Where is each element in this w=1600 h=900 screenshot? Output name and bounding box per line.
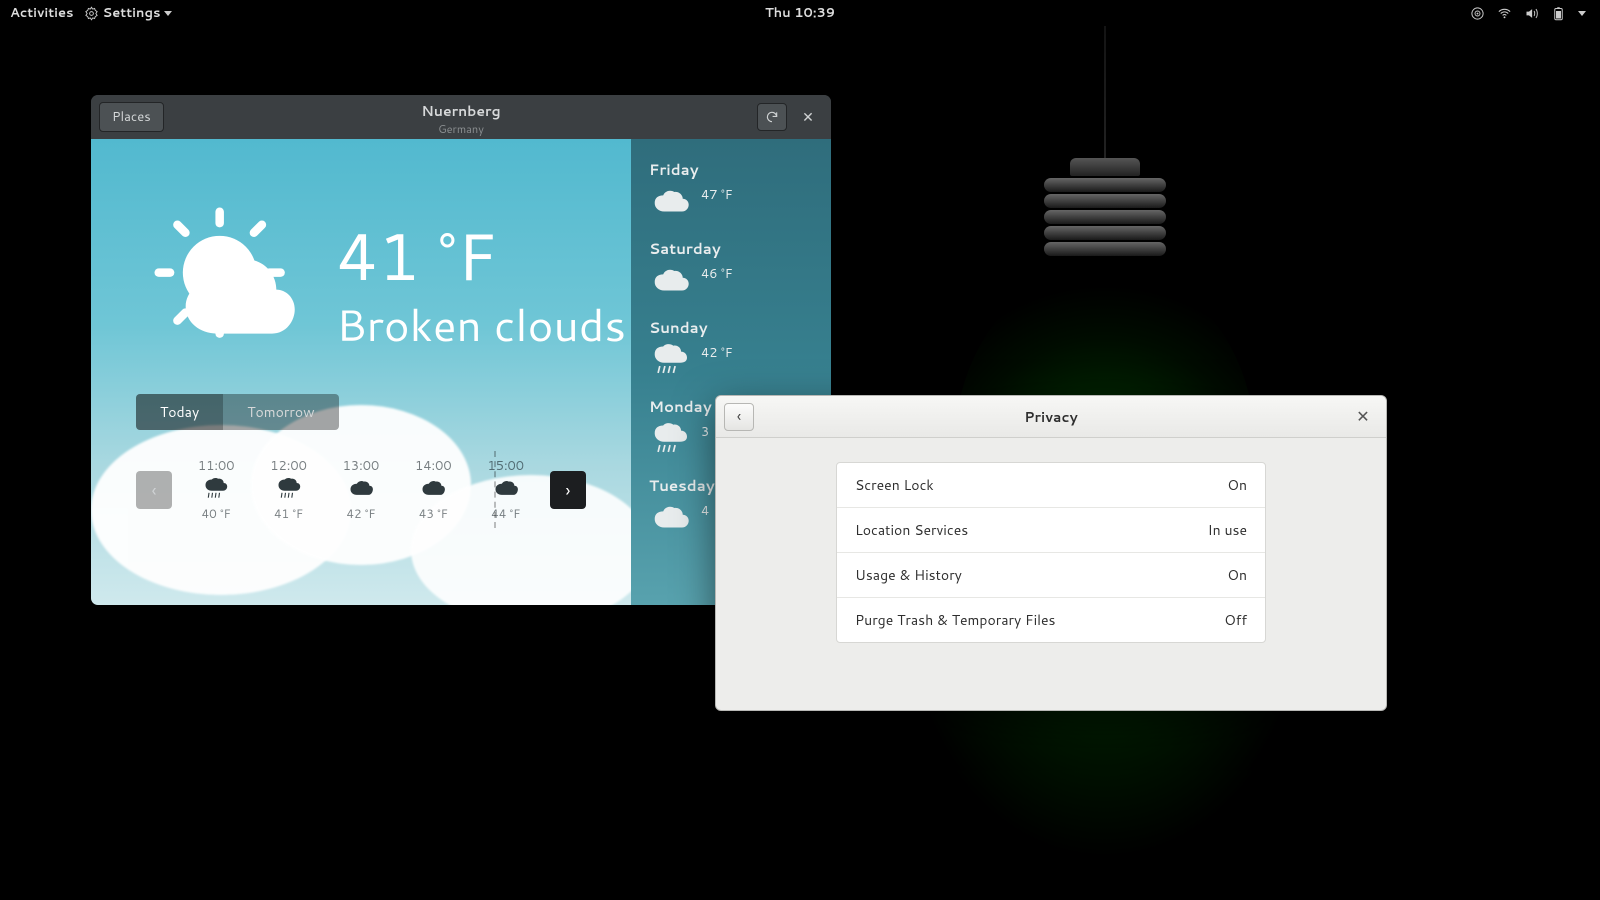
wifi-icon [1497,6,1512,21]
hour-temp: 42 °F [346,505,375,522]
hour-time: 14:00 [415,457,452,475]
current-temperature: 41 °F [336,209,497,302]
partly-cloudy-icon [146,199,316,369]
tab-today[interactable]: Today [136,394,223,430]
close-icon: ✕ [802,107,814,127]
weather-main-panel: 41 °F Broken clouds Today Tomorrow ‹ 11:… [91,139,631,605]
forecast-day: Friday 47 °F [649,159,813,220]
privacy-title: Privacy [1024,407,1078,427]
weather-country: Germany [421,121,500,137]
hourly-item: 12:00 41 °F [270,457,307,522]
hour-temp: 44 °F [491,505,520,522]
hour-time: 11:00 [198,457,235,475]
privacy-row-label: Usage & History [855,565,962,585]
battery-icon [1551,6,1566,21]
chevron-down-icon [164,11,172,16]
privacy-window: ‹ Privacy ✕ Screen Lock On Location Servic… [715,395,1387,711]
chevron-down-icon [1578,11,1586,16]
privacy-row[interactable]: Screen Lock On [837,463,1265,508]
hour-time: 15:00 [487,457,524,475]
privacy-titlebar[interactable]: ‹ Privacy ✕ [716,396,1386,438]
chevron-left-icon: ‹ [737,405,741,428]
refresh-button[interactable] [757,103,787,131]
privacy-row-value: Off [1224,610,1247,630]
forecast-temp: 42 °F [701,344,733,362]
forecast-day-name: Saturday [649,238,813,259]
close-icon: ✕ [1356,405,1369,428]
privacy-row-value: On [1227,565,1247,585]
hourly-next-button[interactable]: › [550,471,586,509]
weather-titlebar[interactable]: Places Nuernberg Germany ✕ [91,95,831,139]
tab-tomorrow[interactable]: Tomorrow [223,394,338,430]
hourly-item: 11:00 40 °F [198,457,235,522]
forecast-temp: 46 °F [701,265,733,283]
privacy-row-label: Location Services [855,520,968,540]
privacy-row[interactable]: Usage & History On [837,553,1265,598]
app-menu-label: Settings [103,4,161,22]
hour-temp: 41 °F [274,505,303,522]
hour-temp: 40 °F [202,505,231,522]
target-icon [1470,6,1485,21]
places-button[interactable]: Places [99,102,164,132]
close-button[interactable]: ✕ [793,103,823,131]
privacy-row[interactable]: Location Services In use [837,508,1265,553]
volume-icon [1524,6,1539,21]
weather-title: Nuernberg Germany [421,101,500,137]
day-tabs: Today Tomorrow [136,394,339,430]
system-status-area[interactable] [1470,6,1600,21]
forecast-temp: 4 [701,502,709,520]
privacy-row-label: Purge Trash & Temporary Files [855,610,1056,630]
privacy-row-value: On [1227,475,1247,495]
forecast-temp: 47 °F [701,186,733,204]
activities-button[interactable]: Activities [10,4,74,22]
privacy-row-value: In use [1208,520,1247,540]
hourly-item: 15:00 44 °F [487,457,524,522]
hourly-item: 14:00 43 °F [415,457,452,522]
hourly-prev-button[interactable]: ‹ [136,471,172,509]
forecast-temp: 3 [701,423,709,441]
hour-temp: 43 °F [419,505,448,522]
chevron-left-icon: ‹ [152,477,157,503]
back-button[interactable]: ‹ [724,403,754,431]
clock[interactable]: Thu 10:39 [765,4,835,22]
forecast-day: Saturday 46 °F [649,238,813,299]
app-menu[interactable]: Settings [84,4,173,22]
hour-time: 13:00 [343,457,380,475]
privacy-list: Screen Lock On Location Services In use Usag… [836,462,1266,643]
settings-icon [84,6,99,21]
forecast-day: Sunday 42 °F [649,317,813,378]
weather-city: Nuernberg [421,101,500,121]
privacy-row[interactable]: Purge Trash & Temporary Files Off [837,598,1265,642]
current-condition: Broken clouds [336,294,626,356]
top-bar: Activities Settings Thu 10:39 [0,0,1600,26]
close-button[interactable]: ✕ [1350,404,1376,430]
hour-time: 12:00 [270,457,307,475]
chevron-right-icon: › [566,477,571,503]
forecast-day-name: Friday [649,159,813,180]
hourly-item: 13:00 42 °F [343,457,380,522]
forecast-day-name: Sunday [649,317,813,338]
privacy-row-label: Screen Lock [855,475,934,495]
refresh-icon [765,110,779,124]
